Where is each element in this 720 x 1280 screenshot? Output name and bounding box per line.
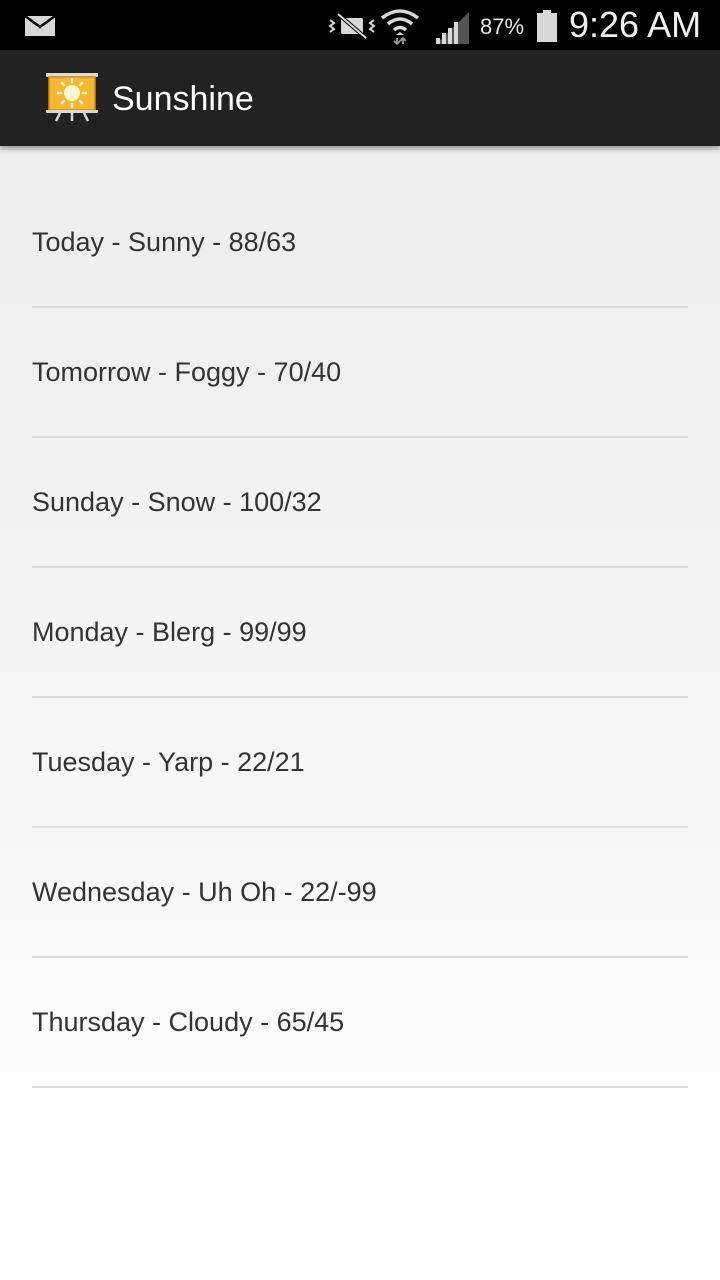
forecast-item-tuesday[interactable]: Tuesday - Yarp - 22/21 <box>32 698 688 828</box>
forecast-item-today[interactable]: Today - Sunny - 88/63 <box>32 178 688 308</box>
app-title: Sunshine <box>112 80 254 118</box>
forecast-item-thursday[interactable]: Thursday - Cloudy - 65/45 <box>32 958 688 1088</box>
signal-icon <box>436 12 470 49</box>
forecast-item-tomorrow[interactable]: Tomorrow - Foggy - 70/40 <box>32 308 688 438</box>
app-icon[interactable] <box>46 72 98 127</box>
forecast-item-wednesday[interactable]: Wednesday - Uh Oh - 22/-99 <box>32 828 688 958</box>
forecast-item-sunday[interactable]: Sunday - Snow - 100/32 <box>32 438 688 568</box>
clock: 9:26 AM <box>569 4 702 45</box>
mute-icon <box>328 12 376 45</box>
wifi-icon <box>380 8 420 51</box>
action-bar: Sunshine <box>0 50 720 146</box>
forecast-list: Today - Sunny - 88/63 Tomorrow - Foggy -… <box>32 178 688 1088</box>
battery-percent: 87% <box>480 14 525 39</box>
status-bar: 87% 9:26 AM <box>0 0 720 50</box>
battery-icon <box>536 10 558 47</box>
mail-icon <box>24 14 56 42</box>
forecast-item-monday[interactable]: Monday - Blerg - 99/99 <box>32 568 688 698</box>
